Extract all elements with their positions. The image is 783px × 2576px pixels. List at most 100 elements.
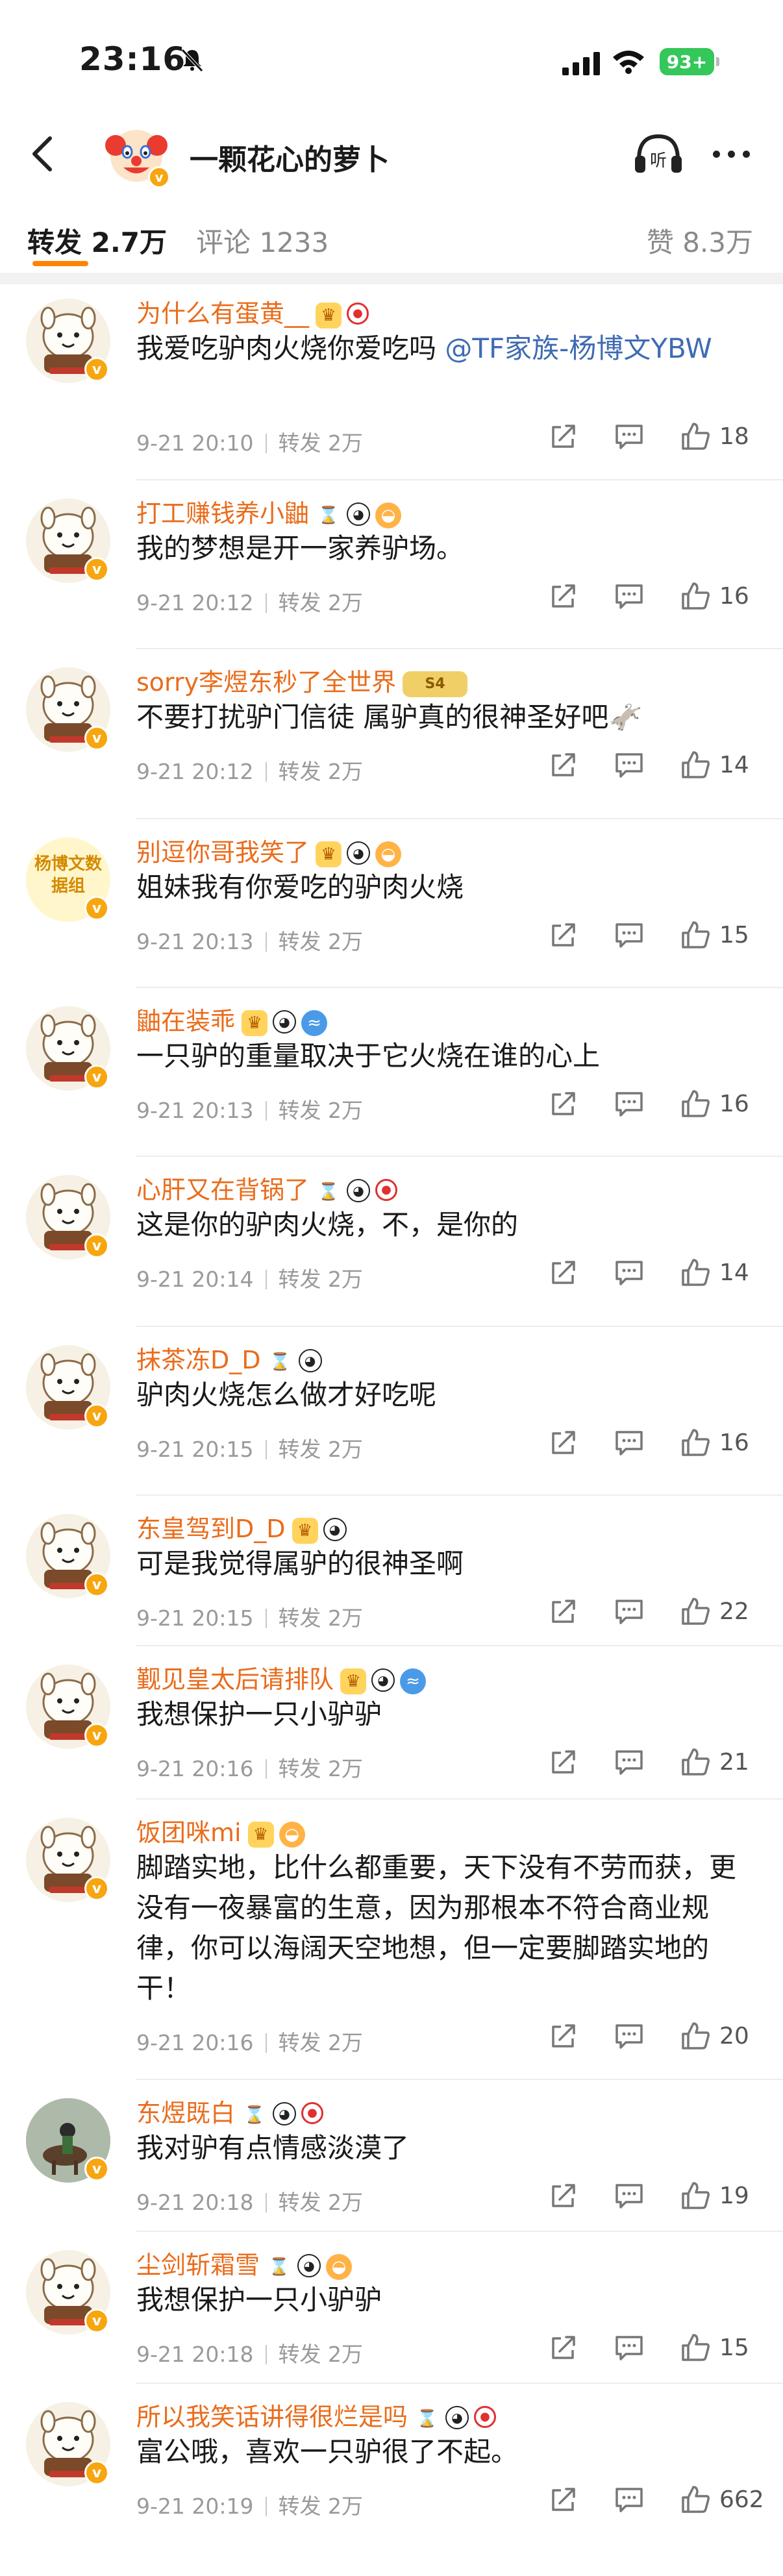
like-thumb-icon xyxy=(682,1748,710,1776)
username[interactable]: 饭团咪mi ♛ ◒ xyxy=(136,1813,305,1848)
repost-count: 转发 2万 xyxy=(278,590,364,615)
comment-button[interactable] xyxy=(614,417,651,456)
like-count: 19 xyxy=(719,2182,749,2209)
more-dot xyxy=(712,150,720,158)
user-badges: ♛ ● xyxy=(316,302,369,328)
username[interactable]: sorry李煜东秒了全世界 S4 xyxy=(136,662,468,698)
user-avatar[interactable]: v xyxy=(26,1665,110,1749)
username[interactable]: 东皇驾到D_D ♛ ◕ xyxy=(136,1509,347,1544)
like-button[interactable]: 15 xyxy=(680,915,765,954)
back-button[interactable] xyxy=(19,131,65,177)
tab-like[interactable]: 赞 8.3万 xyxy=(647,221,753,260)
user-avatar[interactable]: v xyxy=(26,299,110,383)
like-button[interactable]: 22 xyxy=(680,1592,765,1631)
user-avatar[interactable]: 杨博文数据组 v xyxy=(26,837,110,922)
repost-count: 转发 2万 xyxy=(278,2030,364,2055)
comment-button[interactable] xyxy=(614,1084,651,1123)
like-button[interactable]: 16 xyxy=(680,1423,765,1462)
like-button[interactable]: 15 xyxy=(680,2328,765,2367)
comment-button[interactable] xyxy=(614,1253,651,1292)
verified-v-icon: v xyxy=(84,1233,109,1258)
share-icon xyxy=(552,923,575,947)
comment-icon xyxy=(615,2184,643,2209)
username[interactable]: 尘剑斩霜雪 ⌛ ◕ ◒ xyxy=(136,2245,353,2281)
share-button[interactable] xyxy=(549,1423,582,1462)
more-button[interactable] xyxy=(705,138,757,170)
like-button[interactable]: 14 xyxy=(680,1253,765,1292)
user-avatar[interactable]: v xyxy=(26,1006,110,1091)
user-avatar[interactable]: v xyxy=(26,2098,110,2183)
comment-button[interactable] xyxy=(614,1592,651,1631)
share-button[interactable] xyxy=(549,2176,582,2215)
post-time: 9-21 20:15 xyxy=(136,1437,254,1462)
repost-meta: 9-21 20:12 转发 2万 xyxy=(136,586,363,617)
username[interactable]: 为什么有蛋黄__ ♛ ● xyxy=(136,293,369,329)
share-button[interactable] xyxy=(549,745,582,784)
user-avatar[interactable]: v xyxy=(26,2250,110,2334)
like-count: 16 xyxy=(719,1090,749,1117)
share-button[interactable] xyxy=(549,1084,582,1123)
verified-v-icon: v xyxy=(84,2157,109,2181)
share-icon xyxy=(552,2184,575,2207)
comment-icon xyxy=(615,923,643,948)
username[interactable]: 抹茶冻D_D ⌛ ◕ xyxy=(136,1340,322,1376)
tab-repost[interactable]: 转发 2.7万 xyxy=(27,221,167,260)
action-bar: 15 xyxy=(543,915,764,954)
comment-button[interactable] xyxy=(614,2016,651,2055)
repost-count: 转发 2万 xyxy=(278,1756,364,1781)
user-avatar[interactable]: v xyxy=(26,667,110,752)
like-thumb-icon xyxy=(682,1429,710,1456)
verified-v-icon: v xyxy=(84,726,109,750)
username[interactable]: 别逗你哥我笑了 ♛ ◕ ◒ xyxy=(136,832,402,868)
user-avatar[interactable]: v xyxy=(26,499,110,583)
username[interactable]: 打工赚钱养小鼬 ⌛ ◕ ◒ xyxy=(136,493,402,529)
username[interactable]: 心肝又在背锅了 ⌛ ◕ ● xyxy=(136,1170,398,1206)
username[interactable]: 东煜既白 ⌛ ◕ ● xyxy=(136,2093,324,2129)
like-button[interactable]: 16 xyxy=(680,1084,765,1123)
post-time: 9-21 20:12 xyxy=(136,759,254,784)
share-button[interactable] xyxy=(549,1742,582,1781)
share-button[interactable] xyxy=(549,1592,582,1631)
comment-button[interactable] xyxy=(614,1423,651,1462)
like-button[interactable]: 14 xyxy=(680,745,765,784)
like-button[interactable]: 21 xyxy=(680,1742,765,1781)
share-button[interactable] xyxy=(549,2480,582,2519)
comment-button[interactable] xyxy=(614,1742,651,1781)
share-button[interactable] xyxy=(549,915,582,954)
comment-button[interactable] xyxy=(614,2176,651,2215)
share-button[interactable] xyxy=(549,417,582,456)
listen-headphone-icon: 听 xyxy=(635,134,682,173)
user-avatar[interactable]: v xyxy=(26,1514,110,1598)
listen-button[interactable]: 听 xyxy=(631,127,686,182)
user-avatar[interactable]: v xyxy=(26,2402,110,2486)
mention-link[interactable]: @TF家族-杨博文YBW xyxy=(445,332,712,364)
like-button[interactable]: 16 xyxy=(680,576,765,615)
repost-count: 转发 2万 xyxy=(278,2190,364,2215)
share-icon xyxy=(552,2336,575,2359)
user-avatar[interactable]: v xyxy=(26,1818,110,1902)
user-avatar[interactable]: v xyxy=(26,1175,110,1259)
share-button[interactable] xyxy=(549,1253,582,1292)
repost-meta: 9-21 20:18 转发 2万 xyxy=(136,2185,363,2216)
comment-button[interactable] xyxy=(614,745,651,784)
tab-comment[interactable]: 评论 1233 xyxy=(196,221,329,260)
like-button[interactable]: 662 xyxy=(680,2480,765,2519)
meta-separator xyxy=(265,2497,267,2516)
author-avatar[interactable]: v xyxy=(104,122,170,188)
comment-button[interactable] xyxy=(614,2328,651,2367)
username[interactable]: 鼬在装乖 ♛ ◕ ≈ xyxy=(136,1001,328,1037)
user-avatar[interactable]: v xyxy=(26,1345,110,1430)
comment-button[interactable] xyxy=(614,915,651,954)
username[interactable]: 觐见皇太后请排队 ♛ ◕ ≈ xyxy=(136,1659,427,1695)
like-button[interactable]: 18 xyxy=(680,417,765,456)
comment-button[interactable] xyxy=(614,576,651,615)
share-button[interactable] xyxy=(549,2328,582,2367)
meta-separator xyxy=(265,2345,267,2364)
share-button[interactable] xyxy=(549,2016,582,2055)
share-button[interactable] xyxy=(549,576,582,615)
like-button[interactable]: 20 xyxy=(680,2016,765,2055)
username[interactable]: 所以我笑话讲得很烂是吗 ⌛ ◕ ● xyxy=(136,2397,497,2433)
like-button[interactable]: 19 xyxy=(680,2176,765,2215)
wave-badge-icon: ≈ xyxy=(400,1668,427,1694)
comment-button[interactable] xyxy=(614,2480,651,2519)
